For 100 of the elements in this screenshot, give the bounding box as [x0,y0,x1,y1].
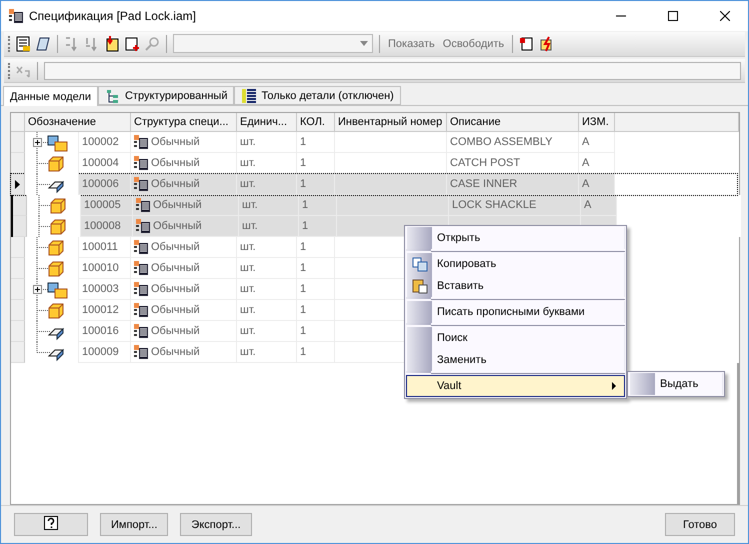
toolbar-button[interactable]: Освободить [440,38,506,50]
cube-icon [49,197,67,216]
menu-item[interactable]: Поиск [406,327,625,349]
table-cell: 1 [297,237,335,258]
column-header[interactable]: Инвентарный номер [335,113,447,132]
current-row-icon [15,180,20,189]
column-header[interactable]: Структура специ... [131,113,237,132]
menu-item[interactable]: Выдать [629,373,723,395]
assembly-icon [47,281,69,300]
tree-line [36,174,51,196]
toolbar-button[interactable]: Показать [386,38,437,50]
table-cell: COMBO ASSEMBLY [447,132,579,154]
cube-icon [47,239,65,258]
table-cell: шт. [237,132,297,154]
tree-icon [104,88,121,104]
menu-item[interactable]: Открыть [406,227,625,249]
expand-icon[interactable] [33,138,42,148]
table-cell: 100012 [79,300,131,322]
table-cell: 1 [297,342,335,364]
row-header[interactable] [13,195,27,216]
dropdown-arrow-icon [360,41,368,46]
table-cell: 100010 [79,258,131,280]
table-cell: Обычный [131,279,237,300]
close-icon [720,11,730,21]
table-cell: CASE INNER [447,174,579,196]
cube-icon [47,155,65,174]
table-cell: 100003 [79,279,131,300]
table-cell: 100016 [79,321,131,342]
structure-icon [9,9,23,23]
table-cell: 1 [297,279,335,300]
search-icon [144,36,160,52]
table-cell: Обычный [133,216,239,238]
cube-icon [49,218,67,236]
structure-icon [134,345,148,360]
footer-button[interactable]: Импорт... [100,513,168,536]
table-cell: шт. [237,174,297,196]
table-cell: 1 [299,216,337,238]
tree-line [36,153,51,174]
table-cell: шт. [237,258,297,280]
column-header[interactable]: КОЛ. [297,113,335,132]
column-header[interactable]: Обозначение [25,113,131,132]
table-cell: шт. [237,153,297,174]
structure-icon [134,282,148,296]
table-cell: шт. [237,237,297,258]
table-cell: Обычный [131,132,237,154]
table-cell: A [581,195,617,216]
table-cell: A [579,153,615,174]
copy-icon [412,256,428,272]
table-cell: Обычный [131,321,237,342]
table-cell: A [579,132,615,154]
menu-item[interactable]: Копировать [406,253,625,275]
menu-item[interactable]: Заменить [406,349,625,371]
table-cell: 100009 [79,342,131,364]
expand-icon[interactable] [33,285,42,294]
table-cell: 1 [297,321,335,342]
footer-button[interactable]: Экспорт... [180,513,252,536]
structure-icon [134,156,148,170]
row-header[interactable] [11,153,25,174]
menu-item[interactable]: Вставить [406,275,625,297]
row-header[interactable] [11,174,25,196]
menu-item[interactable]: Писать прописными буквами [406,301,625,323]
table-cell: 100011 [79,237,131,258]
maximize-icon [668,11,678,21]
table-cell: 100005 [81,195,133,216]
structure-icon [134,303,148,318]
menu-item[interactable]: Vault [406,375,625,397]
structure-icon [134,240,148,254]
table-cell: шт. [237,342,297,364]
table-cell: Обычный [131,258,237,280]
structure-icon [134,177,148,192]
paste-icon [412,278,428,294]
list-icon [241,88,258,104]
column-header[interactable]: Описание [447,113,579,132]
help-button[interactable] [14,513,88,536]
table-cell: A [579,174,615,196]
corner-header [11,113,25,132]
table-cell: Обычный [131,300,237,322]
import-icon [104,36,120,52]
structure-icon [134,261,148,276]
filter-dropdown[interactable] [173,34,373,54]
table-cell: 100004 [79,153,131,174]
table-cell: шт. [239,195,299,216]
structure-icon [134,324,148,338]
table-cell: шт. [237,279,297,300]
tab[interactable]: Данные модели [3,86,98,106]
table-settings-icon [519,36,536,52]
structure-icon [136,198,150,212]
table-cell: Обычный [131,237,237,258]
footer-button[interactable]: Готово [665,513,735,536]
column-header[interactable]: ИЗМ. [579,113,615,132]
column-header[interactable]: Единич... [237,113,297,132]
tab[interactable]: Только детали (отключен) [234,86,401,106]
structure-icon [134,135,148,150]
table-cell: 1 [297,174,335,196]
tab[interactable]: Структурированный [98,86,234,106]
table-cell: Обычный [133,195,239,216]
cube-icon [47,260,65,278]
window-title: Спецификация [Pad Lock.iam] [29,9,197,23]
assembly-icon [47,134,69,152]
table-cell: 100002 [79,132,131,154]
